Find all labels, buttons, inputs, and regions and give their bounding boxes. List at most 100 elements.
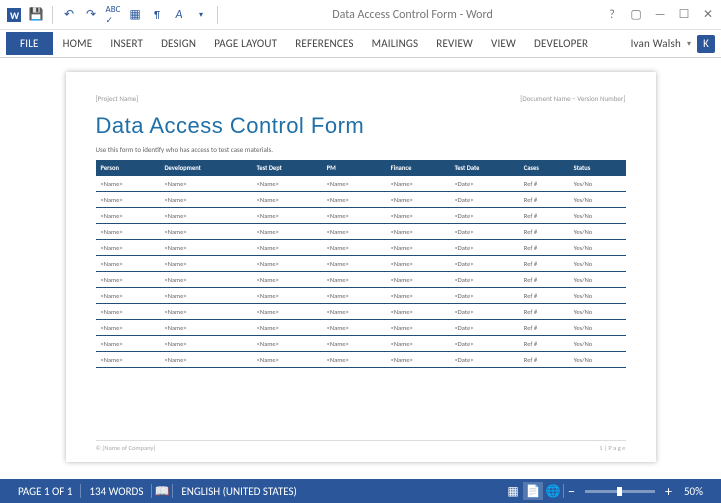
word-icon[interactable]: W [6,7,22,23]
table-cell: <Name> [96,288,160,304]
user-dropdown-icon[interactable]: ▾ [687,39,691,49]
redo-icon[interactable]: ↷ [83,7,99,23]
table-row: <Name><Name><Name><Name><Name><Date>Ref … [96,192,626,208]
table-cell: <Name> [96,272,160,288]
minimize-icon[interactable]: — [653,8,667,22]
title-bar: W 💾 ↶ ↷ ABC✓ ▦ ¶ A ▾ Data Access Control… [0,0,721,30]
header-right: [Document Name – Version Number] [520,94,625,103]
user-name[interactable]: Ivan Walsh [623,32,685,55]
table-cell: <Name> [159,224,251,240]
table-icon[interactable]: ▦ [127,7,143,23]
col-header: Person [96,160,160,176]
table-cell: <Name> [159,320,251,336]
table-cell: <Name> [159,192,251,208]
read-mode-icon[interactable]: ▦ [503,482,523,500]
table-cell: Yes/No [569,304,626,320]
status-page[interactable]: PAGE 1 OF 1 [10,485,80,498]
table-cell: Ref # [519,176,569,192]
col-header: Test Date [450,160,519,176]
status-words[interactable]: 134 WORDS [81,485,151,498]
table-cell: <Name> [322,256,386,272]
tab-insert[interactable]: INSERT [102,32,151,55]
proofing-icon[interactable]: 📖 [152,482,172,500]
table-cell: <Name> [96,352,160,368]
status-bar: PAGE 1 OF 1 134 WORDS 📖 ENGLISH (UNITED … [0,479,721,503]
table-cell: Yes/No [569,192,626,208]
footer-left: © [Name of Company] [96,444,156,452]
tab-mailings[interactable]: MAILINGS [364,32,427,55]
col-header: Status [569,160,626,176]
table-cell: Ref # [519,192,569,208]
table-cell: <Name> [386,336,450,352]
help-icon[interactable]: ? [605,8,619,22]
table-cell: <Name> [252,320,322,336]
tab-page-layout[interactable]: PAGE LAYOUT [206,32,285,55]
document-page[interactable]: [Project Name] [Document Name – Version … [66,72,656,462]
table-cell: <Name> [322,288,386,304]
print-layout-icon[interactable]: 📄 [523,482,543,500]
table-cell: <Name> [386,208,450,224]
tab-file[interactable]: FILE [6,32,53,55]
table-row: <Name><Name><Name><Name><Name><Date>Ref … [96,304,626,320]
table-cell: <Name> [386,352,450,368]
table-cell: <Name> [252,224,322,240]
font-icon[interactable]: A [171,7,187,23]
status-language[interactable]: ENGLISH (UNITED STATES) [173,485,304,498]
table-cell: <Name> [159,176,251,192]
data-table: PersonDevelopmentTest DeptPMFinanceTest … [96,160,626,368]
table-cell: Ref # [519,336,569,352]
undo-icon[interactable]: ↶ [61,7,77,23]
separator [217,6,218,24]
zoom-slider[interactable] [585,490,655,493]
tab-home[interactable]: HOME [55,32,101,55]
table-cell: <Name> [252,336,322,352]
table-cell: <Name> [386,304,450,320]
table-cell: <Name> [252,208,322,224]
table-row: <Name><Name><Name><Name><Name><Date>Ref … [96,320,626,336]
tab-design[interactable]: DESIGN [153,32,204,55]
col-header: Finance [386,160,450,176]
zoom-level[interactable]: 50% [676,485,711,498]
col-header: PM [322,160,386,176]
table-row: <Name><Name><Name><Name><Name><Date>Ref … [96,240,626,256]
table-cell: <Name> [96,320,160,336]
table-cell: Ref # [519,272,569,288]
close-icon[interactable]: ✕ [701,8,715,22]
maximize-icon[interactable]: ☐ [677,8,691,22]
spellcheck-icon[interactable]: ABC✓ [105,7,121,23]
table-cell: <Date> [450,320,519,336]
table-cell: <Name> [386,176,450,192]
table-cell: Yes/No [569,176,626,192]
ribbon-options-icon[interactable]: ▢ [629,8,643,22]
table-cell: Yes/No [569,320,626,336]
tab-review[interactable]: REVIEW [428,32,481,55]
zoom-out-button[interactable]: − [564,483,579,500]
table-cell: <Name> [322,240,386,256]
tab-references[interactable]: REFERENCES [287,32,361,55]
table-cell: <Name> [96,336,160,352]
table-cell: <Name> [322,272,386,288]
save-icon[interactable]: 💾 [28,7,44,23]
document-subtitle: Use this form to identify who has access… [96,145,626,154]
col-header: Cases [519,160,569,176]
table-cell: <Date> [450,224,519,240]
user-badge[interactable]: K [697,35,715,53]
tab-developer[interactable]: DEVELOPER [526,32,596,55]
zoom-in-button[interactable]: + [661,483,676,500]
table-cell: <Date> [450,256,519,272]
tab-view[interactable]: VIEW [483,32,524,55]
table-cell: <Name> [159,352,251,368]
table-cell: Yes/No [569,256,626,272]
table-cell: Ref # [519,288,569,304]
styles-icon[interactable]: ¶ [149,7,165,23]
web-layout-icon[interactable]: 🌐 [543,482,563,500]
table-cell: <Name> [159,272,251,288]
table-cell: <Date> [450,288,519,304]
qat-dropdown-icon[interactable]: ▾ [193,7,209,23]
table-cell: <Date> [450,272,519,288]
footer-right: 1 | P a g e [599,444,625,452]
col-header: Test Dept [252,160,322,176]
table-cell: <Date> [450,336,519,352]
table-cell: <Name> [386,224,450,240]
table-cell: <Date> [450,176,519,192]
